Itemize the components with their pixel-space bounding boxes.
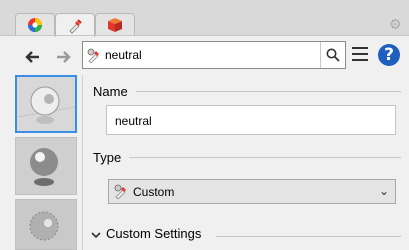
- type-dropdown[interactable]: Custom ⌄: [108, 179, 396, 204]
- custom-settings-label: Custom Settings: [106, 226, 202, 241]
- name-field-value: neutral: [115, 114, 152, 128]
- search-button[interactable]: [320, 42, 345, 68]
- back-button[interactable]: [21, 47, 43, 67]
- name-field[interactable]: neutral: [106, 105, 396, 135]
- back-arrow-icon: [25, 51, 39, 63]
- render-box-icon: [108, 18, 122, 32]
- material-thumbnail[interactable]: [15, 199, 77, 250]
- forward-button[interactable]: [53, 47, 75, 67]
- help-icon[interactable]: ?: [378, 44, 400, 66]
- type-dropdown-value: Custom: [133, 185, 175, 199]
- eyedropper-icon: [69, 18, 82, 34]
- chevron-down-icon: [91, 231, 101, 238]
- custom-settings-toggle[interactable]: Custom Settings: [91, 226, 201, 241]
- name-section-label: Name: [93, 84, 128, 99]
- material-thumbnail-list: [15, 75, 79, 250]
- forward-arrow-icon: [57, 51, 71, 63]
- tab-divider: [0, 35, 409, 36]
- tab-materials[interactable]: [55, 13, 95, 37]
- material-thumbnail[interactable]: [15, 137, 77, 195]
- custom-settings-rule: [216, 236, 401, 237]
- tab-render[interactable]: [95, 13, 135, 36]
- type-section-label: Type: [93, 150, 122, 165]
- tab-color[interactable]: [15, 13, 55, 36]
- custom-material-icon: [114, 184, 126, 199]
- tab-bar: ⚙: [0, 0, 409, 37]
- material-type-icon: [87, 48, 99, 63]
- search-icon: [326, 48, 340, 62]
- material-path-field[interactable]: neutral: [82, 41, 346, 69]
- panel-divider: [82, 75, 83, 250]
- hamburger-menu-icon[interactable]: [352, 47, 368, 61]
- material-thumbnail[interactable]: [15, 75, 77, 133]
- color-wheel-icon: [28, 18, 42, 32]
- material-path-value: neutral: [105, 48, 142, 62]
- chevron-down-icon: ⌄: [378, 184, 389, 198]
- gear-icon[interactable]: ⚙: [389, 18, 403, 32]
- type-section-rule: [129, 157, 401, 158]
- name-section-rule: [136, 91, 401, 92]
